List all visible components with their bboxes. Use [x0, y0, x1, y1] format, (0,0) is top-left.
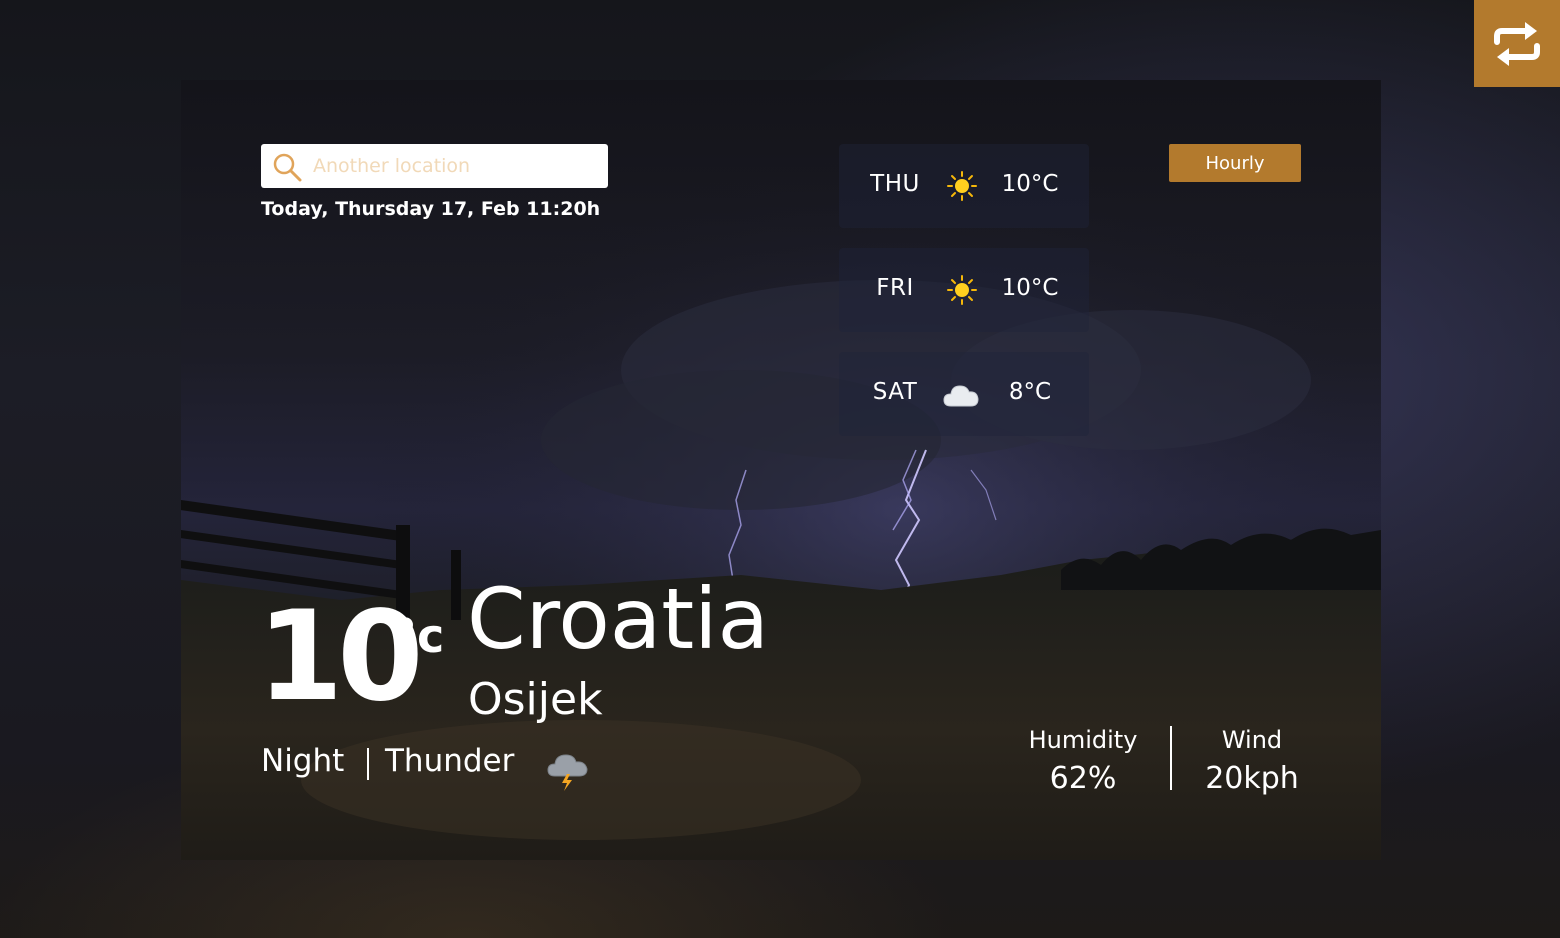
country-name: Croatia: [467, 570, 769, 668]
search-icon[interactable]: [272, 152, 302, 182]
sun-icon: [947, 275, 977, 305]
swap-view-button[interactable]: [1474, 0, 1560, 87]
hourly-button[interactable]: Hourly: [1169, 144, 1301, 182]
sun-icon: [947, 171, 977, 201]
weather-condition: Thunder: [385, 743, 515, 779]
humidity-label: Humidity: [1028, 726, 1138, 754]
search-input[interactable]: [313, 144, 598, 188]
stats-divider: [1170, 726, 1172, 790]
thunderstorm-icon: [547, 754, 588, 791]
forecast-day-temp: 8°C: [1008, 379, 1052, 405]
forecast-day-name: FRI: [876, 275, 914, 301]
humidity-value: 62%: [1049, 761, 1117, 796]
forecast-day-name: SAT: [872, 379, 918, 405]
forecast-day-thu: THU 10°C: [839, 144, 1089, 228]
temperature-unit: °c: [394, 609, 445, 663]
current-date: Today, Thursday 17, Feb 11:20h: [261, 198, 601, 220]
cloud-icon: [943, 385, 979, 407]
forecast-day-name: THU: [870, 171, 920, 197]
search-box: [261, 144, 608, 188]
time-of-day: Night: [261, 743, 345, 779]
swap-arrows-icon: [1494, 21, 1540, 66]
forecast-day-temp: 10°C: [1001, 171, 1059, 197]
forecast-day-temp: 10°C: [1001, 275, 1059, 301]
city-name: Osijek: [468, 674, 603, 725]
wind-label: Wind: [1221, 726, 1283, 754]
condition-divider: [367, 748, 369, 780]
weather-card: Today, Thursday 17, Feb 11:20h THU 10°C …: [181, 80, 1381, 860]
wind-value: 20kph: [1205, 761, 1299, 796]
forecast-day-sat: SAT 8°C: [839, 352, 1089, 436]
forecast-day-fri: FRI 10°C: [839, 248, 1089, 332]
